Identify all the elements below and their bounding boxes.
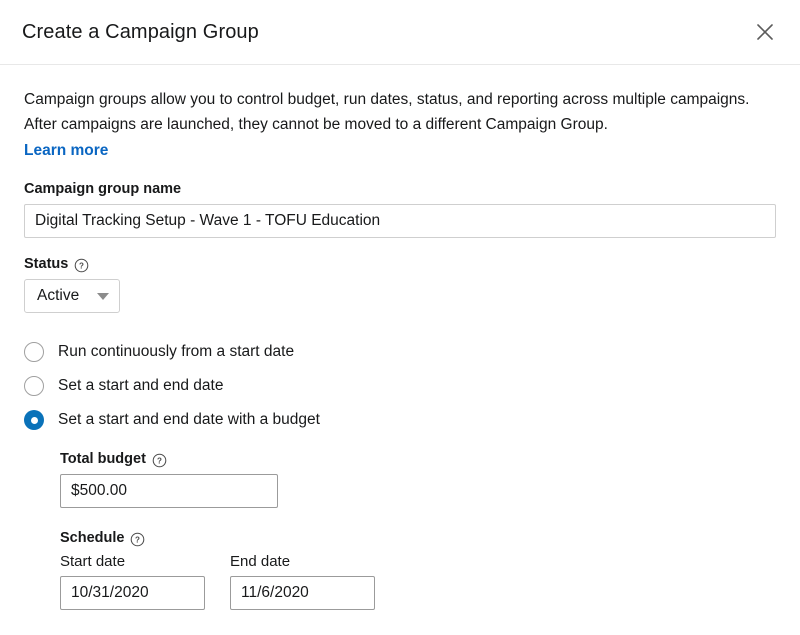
status-label: Status [24, 256, 69, 272]
end-date-field: End date [230, 553, 375, 610]
radio-option-run-continuously[interactable]: Run continuously from a start date [24, 335, 776, 369]
radio-option-start-end-date[interactable]: Set a start and end date [24, 369, 776, 403]
radio-indicator-selected[interactable] [24, 410, 44, 430]
modal-body: Campaign groups allow you to control bud… [0, 65, 800, 610]
close-icon [754, 21, 776, 43]
date-inputs-row: Start date End date [60, 553, 776, 610]
modal-header: Create a Campaign Group [0, 0, 800, 65]
description-text: Campaign groups allow you to control bud… [24, 91, 750, 133]
end-date-label: End date [230, 553, 291, 570]
status-field: Status ? Active [24, 256, 776, 313]
radio-option-start-end-date-with-budget[interactable]: Set a start and end date with a budget [24, 403, 776, 437]
radio-indicator[interactable] [24, 342, 44, 362]
svg-text:?: ? [157, 456, 162, 465]
campaign-group-name-field: Campaign group name [24, 181, 776, 238]
help-circle-icon[interactable]: ? [130, 532, 145, 547]
campaign-group-name-label: Campaign group name [24, 181, 182, 197]
help-circle-icon[interactable]: ? [152, 453, 167, 468]
svg-text:?: ? [136, 535, 141, 544]
end-date-input[interactable] [230, 576, 375, 610]
budget-schedule-section: Total budget ? Schedule [60, 451, 776, 610]
start-date-input[interactable] [60, 576, 205, 610]
chevron-down-icon [97, 292, 109, 300]
campaign-group-name-input[interactable] [24, 204, 776, 238]
schedule-label-row: Schedule ? [60, 530, 776, 546]
total-budget-field: Total budget ? [60, 451, 776, 508]
help-circle-icon[interactable]: ? [74, 258, 89, 273]
status-select-value: Active [37, 287, 80, 304]
schedule-label: Schedule [60, 530, 125, 546]
status-label-row: Status ? [24, 256, 776, 272]
total-budget-input[interactable] [60, 474, 278, 508]
total-budget-label: Total budget [60, 451, 146, 467]
total-budget-label-row: Total budget ? [60, 451, 776, 467]
start-date-label: Start date [60, 553, 126, 570]
create-campaign-group-modal: Create a Campaign Group Campaign groups … [0, 0, 800, 635]
radio-label: Set a start and end date [58, 377, 224, 394]
schedule-type-radio-group: Run continuously from a start date Set a… [24, 335, 776, 437]
close-button[interactable] [748, 15, 782, 49]
start-date-field: Start date [60, 553, 205, 610]
radio-indicator[interactable] [24, 376, 44, 396]
page-title: Create a Campaign Group [22, 20, 259, 43]
status-select[interactable]: Active [24, 279, 120, 313]
schedule-field: Schedule ? Start date End date [60, 530, 776, 610]
radio-label: Set a start and end date with a budget [58, 411, 320, 428]
radio-label: Run continuously from a start date [58, 343, 295, 360]
learn-more-link[interactable]: Learn more [24, 139, 108, 163]
svg-text:?: ? [79, 261, 84, 270]
